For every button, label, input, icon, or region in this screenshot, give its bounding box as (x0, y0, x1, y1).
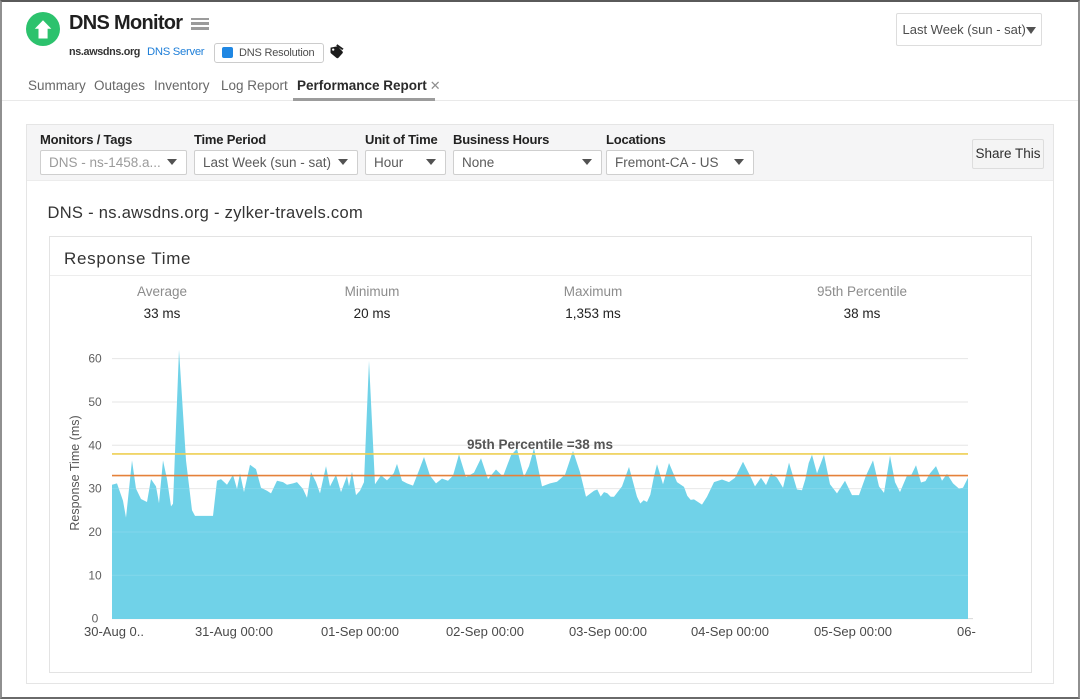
svg-text:10: 10 (88, 568, 102, 582)
svg-text:20: 20 (88, 525, 102, 539)
svg-text:06-: 06- (957, 624, 976, 639)
svg-text:05-Sep 00:00: 05-Sep 00:00 (814, 624, 892, 639)
svg-text:50: 50 (88, 395, 102, 409)
svg-text:02-Sep 00:00: 02-Sep 00:00 (446, 624, 524, 639)
svg-text:03-Sep 00:00: 03-Sep 00:00 (569, 624, 647, 639)
svg-text:30-Aug 0..: 30-Aug 0.. (84, 624, 144, 639)
svg-text:31-Aug 00:00: 31-Aug 00:00 (195, 624, 273, 639)
svg-text:95th Percentile =38 ms: 95th Percentile =38 ms (467, 437, 613, 452)
svg-text:04-Sep 00:00: 04-Sep 00:00 (691, 624, 769, 639)
svg-text:Response Time (ms): Response Time (ms) (68, 415, 82, 530)
svg-text:30: 30 (88, 482, 102, 496)
svg-text:01-Sep 00:00: 01-Sep 00:00 (321, 624, 399, 639)
svg-text:40: 40 (88, 438, 102, 452)
svg-text:60: 60 (88, 352, 102, 366)
